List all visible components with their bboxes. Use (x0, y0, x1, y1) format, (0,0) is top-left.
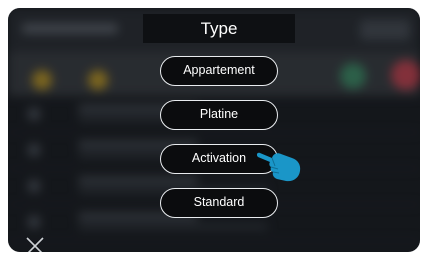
option-standard-button[interactable]: Standard (160, 188, 278, 218)
option-appartement-button[interactable]: Appartement (160, 56, 278, 86)
device-screen: Type Appartement Platine Activation Stan… (8, 8, 420, 252)
dialog-title: Type (143, 14, 295, 43)
close-icon[interactable] (25, 236, 45, 252)
option-platine-button[interactable]: Platine (160, 100, 278, 130)
pointing-hand-icon (256, 152, 301, 182)
